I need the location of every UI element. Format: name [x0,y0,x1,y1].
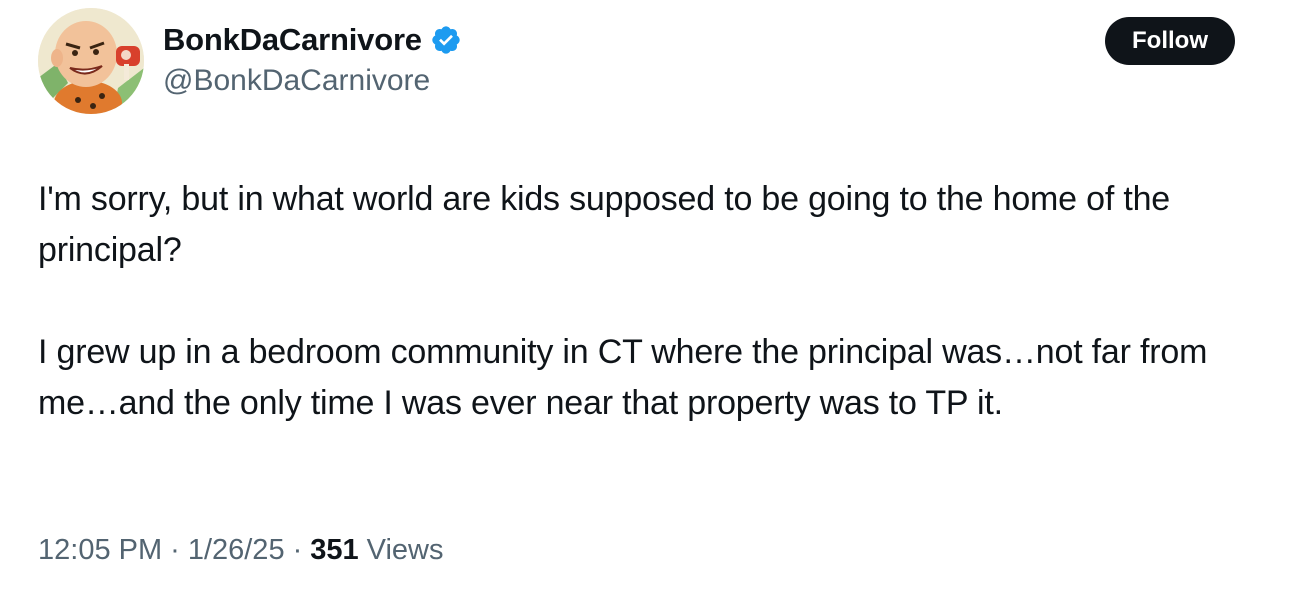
meta-separator: · [292,534,303,566]
avatar-cartoon-icon [38,8,144,114]
display-name[interactable]: BonkDaCarnivore [163,22,422,58]
tweet-paragraph: I grew up in a bedroom community in CT w… [38,333,1208,422]
tweet-card: BonkDaCarnivore @BonkDaCarnivore Follow … [0,0,1306,590]
tweet-meta: 12:05 PM · 1/26/25 · 351 Views [38,534,443,567]
meta-separator: · [170,534,180,566]
verified-badge-icon [432,26,460,54]
author-handle[interactable]: @BonkDaCarnivore [163,64,430,98]
views-label: Views [366,534,444,566]
follow-button[interactable]: Follow [1105,17,1235,65]
tweet-time[interactable]: 12:05 PM [38,534,162,567]
author-name-row: BonkDaCarnivore [163,20,462,60]
avatar[interactable] [38,8,144,114]
tweet-text: I'm sorry, but in what world are kids su… [38,174,1258,429]
views-count: 351 [310,534,359,566]
tweet-paragraph: I'm sorry, but in what world are kids su… [38,180,1170,269]
tweet-date[interactable]: 1/26/25 [188,534,285,567]
